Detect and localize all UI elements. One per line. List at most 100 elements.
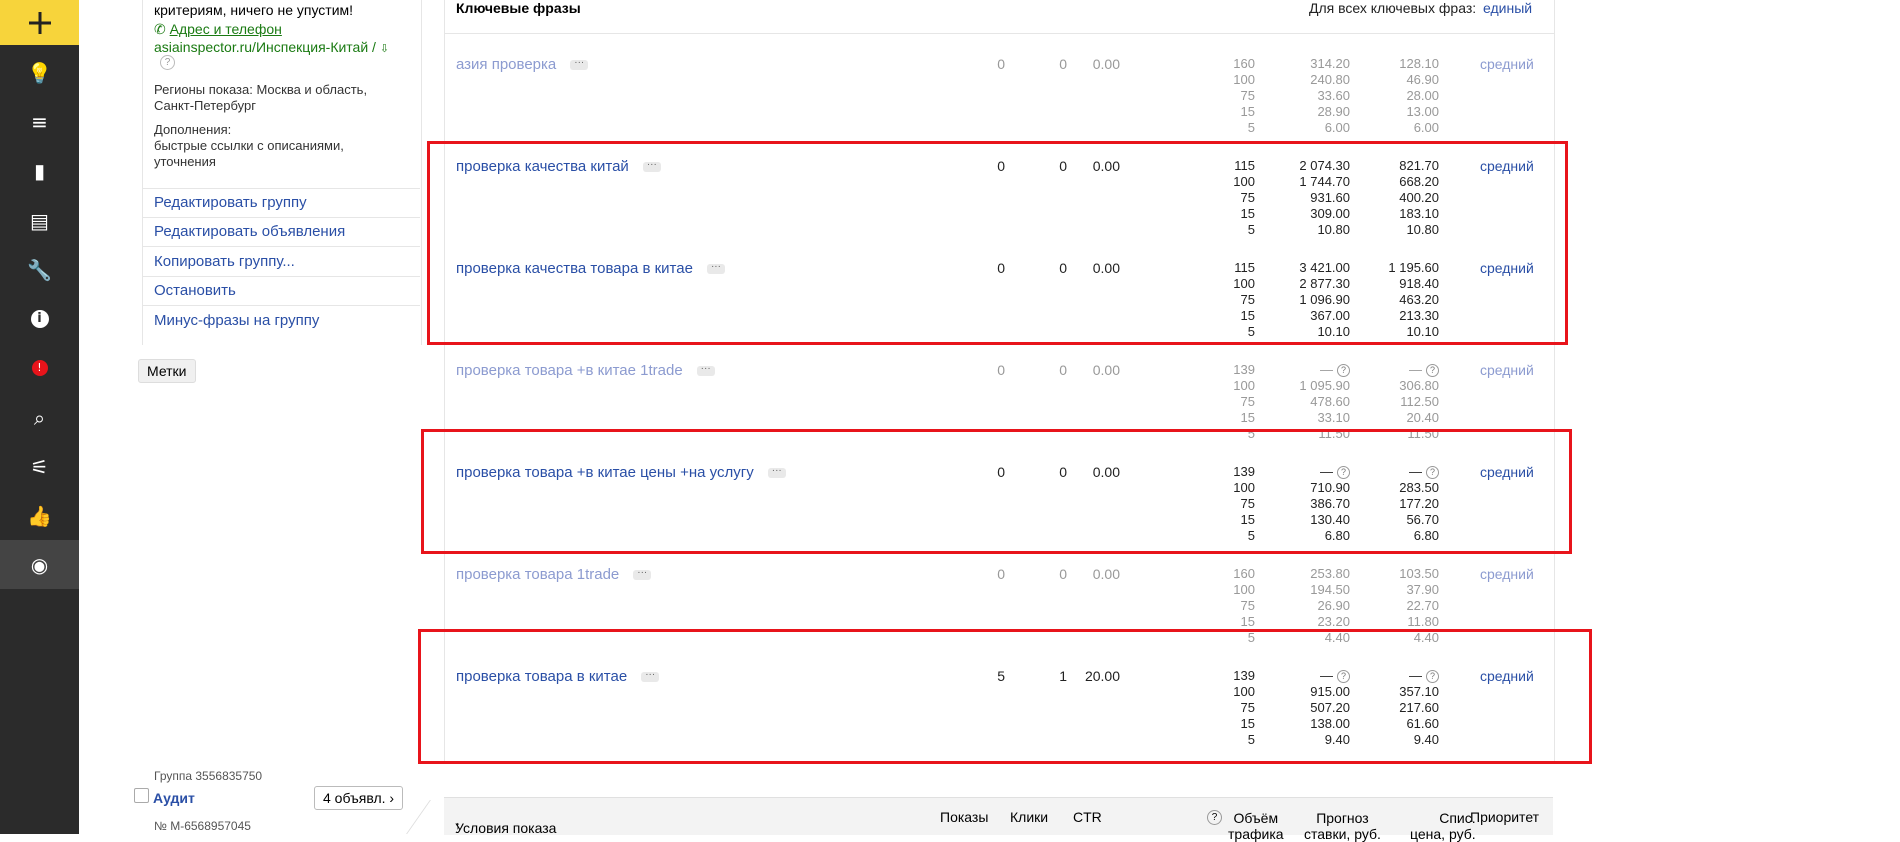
minus-phrases-link[interactable]: Минус-фразы на группу xyxy=(142,307,420,336)
clicks-value: 0 xyxy=(1059,362,1067,378)
positions-list: 160 100 75 15 5 xyxy=(1215,56,1255,136)
position-value: 100 xyxy=(1233,582,1255,597)
table-header: Ключевые фразы Для всех ключевых фраз: е… xyxy=(445,0,1554,34)
priority-value[interactable]: средний xyxy=(1480,566,1534,582)
bid-value: 26.90 xyxy=(1317,598,1350,613)
ads-count-button[interactable]: 4 объявл. › xyxy=(314,786,404,810)
highlight-box xyxy=(418,629,1592,764)
help-icon[interactable]: ? xyxy=(160,55,175,70)
help-icon[interactable]: ? xyxy=(1337,364,1350,378)
keyword-row: азия проверка ··· 0 0 0.00 160 100 75 15 5 314.20 2… xyxy=(445,56,1554,152)
clicks-col[interactable]: Клики xyxy=(1010,809,1048,825)
charges-list: 128.10 46.90 28.00 13.00 6.00 xyxy=(1365,56,1439,136)
charge-value: 6.00 xyxy=(1413,120,1439,135)
keyword-phrase[interactable]: проверка товара 1trade ··· xyxy=(456,566,652,583)
charge-value: 13.00 xyxy=(1406,104,1439,119)
more-icon[interactable]: ··· xyxy=(570,58,589,71)
thumbsup-nav-item[interactable]: 👍 xyxy=(0,491,79,540)
ctr-value: 0.00 xyxy=(1092,362,1120,378)
position-value: 15 xyxy=(1240,410,1255,425)
priority-col[interactable]: Приоритет xyxy=(1470,809,1539,825)
shows-value: 0 xyxy=(997,362,1005,378)
add-button[interactable] xyxy=(0,0,79,45)
keywords-title: Ключевые фразы xyxy=(456,0,581,16)
contacts-row: ✆ Адрес и телефон xyxy=(154,21,282,37)
sort-arrow-icon: ↑ xyxy=(455,820,461,832)
all-phrases-value[interactable]: единый xyxy=(1483,0,1532,16)
forecast-col[interactable]: Прогноз ставки, руб. xyxy=(1304,810,1381,842)
extras-label: Дополнения: xyxy=(154,122,232,137)
rocket-icon: ! xyxy=(31,359,48,376)
eye-icon: ◉ xyxy=(30,552,49,577)
charge-value: 103.50 xyxy=(1399,566,1439,581)
more-icon[interactable]: ··· xyxy=(696,364,715,377)
bid-value: 33.60 xyxy=(1317,88,1350,103)
copy-group-link[interactable]: Копировать группу... xyxy=(142,248,420,277)
bid-value: 253.80 xyxy=(1310,566,1350,581)
charge-value: 22.70 xyxy=(1406,598,1439,613)
bid-value: 1 095.90 xyxy=(1299,378,1350,393)
keyword-phrase[interactable]: проверка товара +в китае 1trade ··· xyxy=(456,362,715,379)
position-value: 15 xyxy=(1240,104,1255,119)
charge-value: 37.90 xyxy=(1406,582,1439,597)
volume-col[interactable]: Объём трафика xyxy=(1228,810,1284,842)
highlight-box xyxy=(427,141,1568,345)
position-value: 139 xyxy=(1233,362,1255,377)
position-value: 75 xyxy=(1240,598,1255,613)
volume-help-icon[interactable]: ? xyxy=(1207,810,1222,825)
position-value: 15 xyxy=(1240,614,1255,629)
more-icon[interactable]: ··· xyxy=(633,568,652,581)
priority-value[interactable]: средний xyxy=(1480,362,1534,378)
keyword-phrase[interactable]: азия проверка ··· xyxy=(456,56,589,73)
bulb-icon: 💡 xyxy=(27,60,52,85)
search-icon: ⌕ xyxy=(33,405,46,430)
chart-nav-item[interactable]: ▮ xyxy=(0,146,79,195)
stop-group-link[interactable]: Остановить xyxy=(142,277,420,306)
priority-value[interactable]: средний xyxy=(1480,56,1534,72)
left-rail: 💡 ≡ ▮ ▤ 🔧 i! ⌕ ⚟ 👍 ◉ xyxy=(0,0,79,834)
position-value: 5 xyxy=(1247,120,1255,135)
group-id: Группа 3556835750 xyxy=(154,769,263,783)
edit-ads-link[interactable]: Редактировать объявления xyxy=(142,218,420,247)
group-number: № М-6568957045 xyxy=(154,819,251,833)
bid-value: 6.00 xyxy=(1324,120,1350,135)
position-value: 75 xyxy=(1240,88,1255,103)
download-icon: ⇩ xyxy=(379,43,390,55)
search-nav-item[interactable]: ⌕ xyxy=(0,393,79,442)
position-value: 100 xyxy=(1233,72,1255,87)
ad-text-tail: критериям, ничего не упустим! xyxy=(154,2,354,18)
edit-group-link[interactable]: Редактировать группу xyxy=(142,189,420,218)
bid-value: 240.80 xyxy=(1310,72,1350,87)
group-checkbox[interactable] xyxy=(134,788,149,803)
bid-value: 23.20 xyxy=(1317,614,1350,629)
plus-icon xyxy=(28,11,51,34)
rocket-nav-item[interactable]: ! xyxy=(0,343,79,392)
charge-value: 112.50 xyxy=(1400,394,1439,409)
bid-value: 314.20 xyxy=(1310,56,1350,71)
ctr-col[interactable]: CTR xyxy=(1073,809,1102,825)
group-name[interactable]: Аудит xyxy=(153,790,195,806)
wrench-nav-item[interactable]: 🔧 xyxy=(0,245,79,294)
help-icon[interactable]: ? xyxy=(1426,364,1439,378)
charge-value: 306.80 xyxy=(1399,378,1439,393)
eye-nav-item[interactable]: ◉ xyxy=(0,540,79,589)
shows-col[interactable]: Показы xyxy=(940,809,988,825)
sliders-nav-item[interactable]: ⚟ xyxy=(0,442,79,491)
shows-value: 0 xyxy=(997,56,1005,72)
bulb-nav-item[interactable]: 💡 xyxy=(0,48,79,97)
phone-icon: ✆ xyxy=(154,21,166,37)
clicks-value: 0 xyxy=(1059,56,1067,72)
list-nav-item[interactable]: ≡ xyxy=(0,97,79,146)
thumbsup-icon: 👍 xyxy=(27,503,52,528)
contacts-link[interactable]: Адрес и телефон xyxy=(170,21,282,37)
charge-value: 28.00 xyxy=(1406,88,1439,103)
position-value: 160 xyxy=(1233,566,1255,581)
info-nav-item[interactable]: i xyxy=(0,294,79,343)
charge-value: 20.40 xyxy=(1406,410,1439,425)
bid-value: 478.60 xyxy=(1310,394,1350,409)
sliders-icon: ⚟ xyxy=(30,454,49,479)
stack-nav-item[interactable]: ▤ xyxy=(0,196,79,245)
charge-col[interactable]: Спис. цена, руб. xyxy=(1410,810,1476,842)
tags-button[interactable]: Метки xyxy=(138,359,196,383)
conditions-header: Условия показа ↑ Показы Клики CTR ? Объё… xyxy=(444,797,1553,842)
